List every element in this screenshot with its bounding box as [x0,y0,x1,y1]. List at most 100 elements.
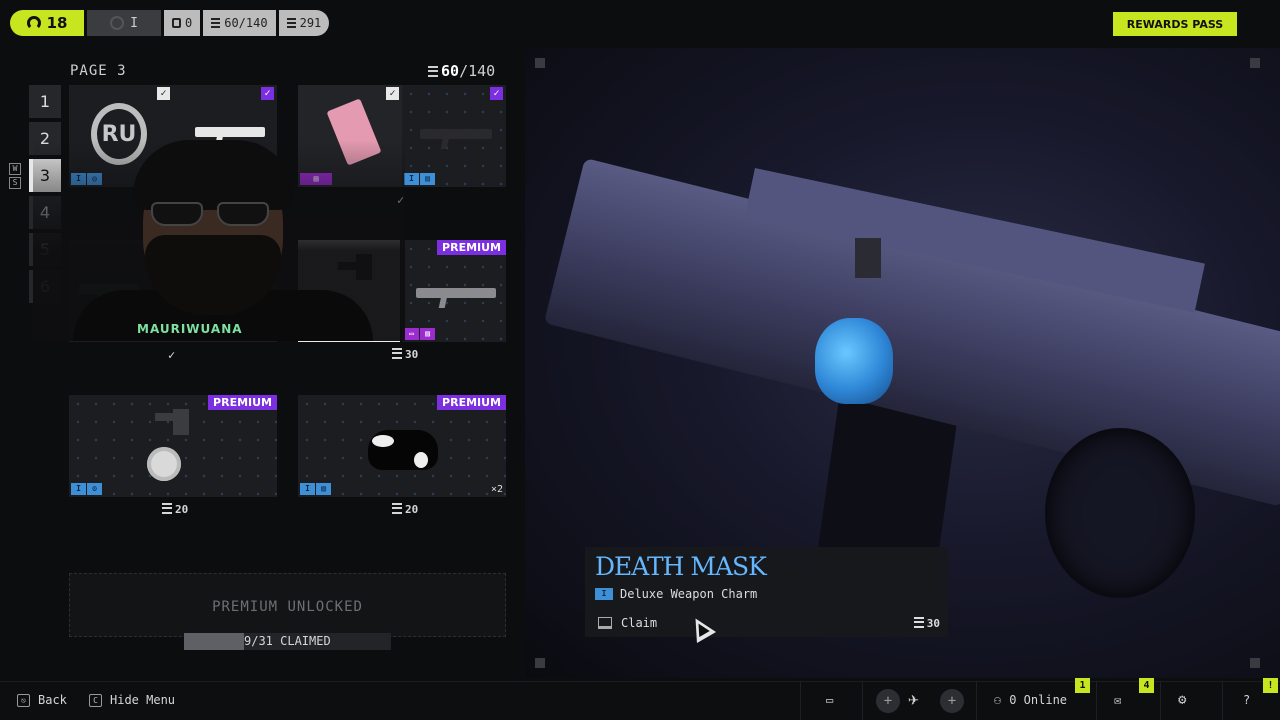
claimed-check: ✓ [386,87,399,100]
claimed-progress-fill [184,633,245,650]
escape-key-icon: ⎋ [17,693,30,707]
reward-tile-rifle-red[interactable]: PREMIUM ▭ ▨ [402,240,506,342]
headset-icon [26,16,41,30]
item-title: DEATH MASK [595,552,767,581]
page-keybinds: W S [9,163,21,191]
ticket-icon [913,617,924,628]
party-icon[interactable]: ✈ [908,689,919,710]
claimed-progress-label: 9/31 CLAIMED [244,634,331,648]
tier-ring-icon [110,16,125,30]
claimed-check: ✓ [157,87,170,100]
reward-tile-rifle-black[interactable]: ✓ I ▨ [402,85,506,187]
claim-button[interactable]: Claim [621,616,657,630]
frame-corner [535,58,545,68]
reward-cost: 30 [392,348,418,361]
box-icon [172,18,181,28]
tile-badges: I ⚙ [71,483,102,495]
reward-cost: 20 [162,503,188,516]
claim-cost-value: 30 [926,617,940,630]
page-title: PAGE 3 [70,63,127,79]
charm-icon: ⚙ [87,483,102,495]
tier-pill[interactable]: I [87,10,161,36]
reward-tile-gear-charm[interactable]: PREMIUM I ⚙ [69,395,277,497]
frame-corner [535,658,545,668]
quantity-label: ×2 [490,484,503,495]
divider [976,681,977,720]
help-icon[interactable]: ? [1243,693,1250,707]
stat-pill: 0 [164,10,201,36]
claim-cost: 30 [913,617,940,630]
cost-value: 20 [175,503,189,516]
ticket-icon [428,66,438,77]
alert-badge: ! [1263,678,1278,693]
friends-icon: ⚇ [994,693,1002,707]
gear-charm-art [147,447,181,481]
item-type: Deluxe Weapon Charm [620,587,758,601]
chat-icon[interactable]: ▭ [826,693,833,707]
tier-badge: I [404,173,419,185]
divider [1096,681,1097,720]
online-friends[interactable]: ⚇ 0 Online [994,693,1067,707]
level-value: 18 [46,14,68,32]
sticker-icon: ▧ [316,483,331,495]
premium-badge: PREMIUM [208,395,277,410]
tokens-value: 60/140 [224,16,268,30]
c-key-icon: C [89,693,102,707]
ticket-icon [392,348,402,359]
page-token-count: 60/140 [428,62,495,80]
claimed-check-premium: ✓ [490,87,503,100]
camo-icon: ▨ [420,173,435,185]
rifle-art [195,127,265,137]
hide-menu-button[interactable]: C Hide Menu [89,693,175,707]
divider [800,681,801,720]
cost-value: 20 [405,503,419,516]
webcam-hair [133,140,293,210]
frame-corner [1250,658,1260,668]
page-count-current: 60 [441,62,460,80]
tile-badges: I ▧ [300,483,331,495]
notification-badge: 1 [1075,678,1090,693]
rewards-pass-button[interactable]: REWARDS PASS [1113,12,1237,36]
pair-claimed-check: ✓ [168,348,176,362]
currency-pill: 291 [278,10,330,36]
party-slot-left[interactable]: + [876,689,900,713]
claimed-check-premium: ✓ [261,87,274,100]
page-button-1[interactable]: 1 [29,85,61,118]
rifle-art [420,129,492,139]
streamer-name: MAURIWUANA [137,322,243,336]
reward-cost: 20 [392,503,418,516]
tier-badge: I [300,483,315,495]
streamer-webcam [33,140,405,341]
w-key: W [9,163,21,175]
reward-tile-cow-sticker[interactable]: PREMIUM I ▧ ×2 [298,395,506,497]
tokens-pill: 60/140 [203,10,276,36]
settings-icon[interactable]: ⚙ [1178,692,1186,708]
top-bar: 18 I 0 60/140 291 [10,10,330,38]
level-pill[interactable]: 18 [10,10,84,36]
frame-corner [1250,58,1260,68]
stat-value: 0 [185,16,193,30]
cow-sticker-art [368,430,438,470]
currency-value: 291 [299,16,322,30]
premium-unlocked-label: PREMIUM UNLOCKED [212,599,363,615]
party-slot-right[interactable]: + [940,689,964,713]
divider [862,681,863,720]
page-count-total: /140 [459,62,496,80]
notification-badge: 4 [1139,678,1154,693]
mail-icon[interactable]: ✉ [1114,693,1121,707]
item-info-panel: DEATH MASK I Deluxe Weapon Charm Claim 3… [585,547,948,637]
rifle-art [416,288,496,298]
tier-badge: ▭ [404,328,419,340]
back-button[interactable]: ⎋ Back [17,693,67,707]
tier-badge: I [71,483,86,495]
tier-label: I [130,15,138,31]
tile-badges: I ▨ [404,173,435,185]
divider [1222,681,1223,720]
sunglasses [151,202,269,226]
charm-hook-art [173,409,189,435]
hide-menu-label: Hide Menu [110,693,176,707]
camo-icon: ▨ [420,328,435,340]
charm-clip [855,238,881,278]
ticket-icon [392,503,402,514]
cost-value: 30 [405,348,419,361]
